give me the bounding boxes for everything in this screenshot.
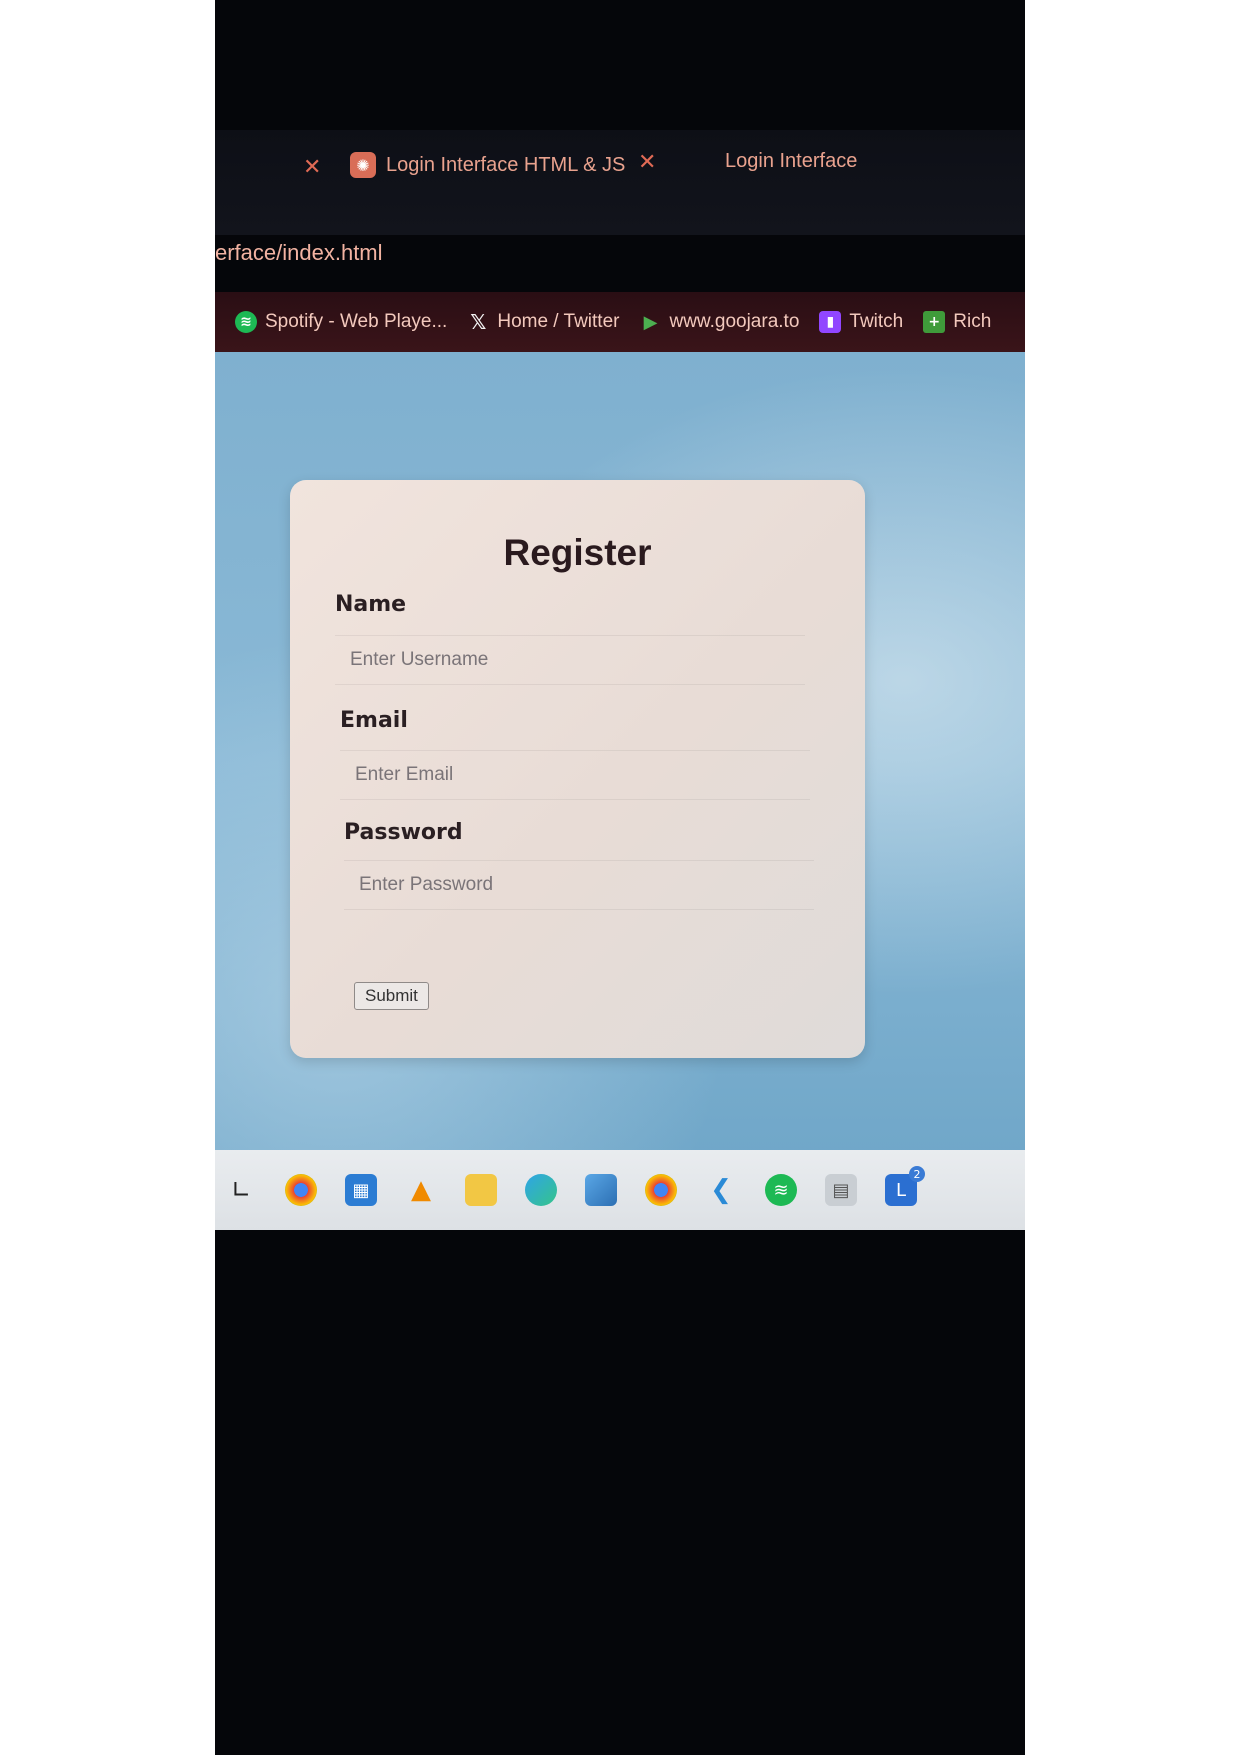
spotify-icon[interactable]: ≋: [765, 1174, 797, 1206]
x-icon: 𝕏: [470, 310, 487, 334]
store-icon[interactable]: ▦: [345, 1174, 377, 1206]
photos-icon[interactable]: [585, 1174, 617, 1206]
bookmark-label: Spotify - Web Playe...: [265, 311, 448, 332]
close-icon[interactable]: ✕: [638, 150, 656, 175]
close-icon[interactable]: ✕: [303, 155, 321, 180]
photo-frame: ✕ ✺ Login Interface HTML & JS ✕ Login In…: [215, 0, 1025, 1755]
chrome-icon[interactable]: [645, 1174, 677, 1206]
plus-icon: +: [923, 311, 946, 333]
register-card: Register Name Email Password Submit: [290, 480, 865, 1058]
bookmark-label: Twitch: [849, 311, 904, 332]
spotify-icon: ≋: [235, 311, 257, 333]
form-title: Register: [503, 532, 652, 573]
bookmark-label: Home / Twitter: [497, 311, 620, 332]
twitch-icon: ▮: [819, 311, 842, 333]
chrome-icon[interactable]: [285, 1174, 317, 1206]
password-input[interactable]: [344, 860, 814, 910]
edge-icon[interactable]: [525, 1174, 557, 1206]
bookmark-label: Rich: [953, 311, 992, 332]
bookmarks-bar: ≋ Spotify - Web Playe... 𝕏 Home / Twitte…: [215, 292, 1025, 352]
username-input[interactable]: [335, 635, 805, 685]
notification-badge: 2: [909, 1166, 925, 1182]
tab-login-html-js[interactable]: ✺ Login Interface HTML & JS: [350, 152, 625, 178]
vscode-icon[interactable]: ❮: [705, 1174, 737, 1206]
bookmark-twitch[interactable]: ▮ Twitch: [819, 311, 903, 333]
tab-login-interface[interactable]: Login Interface: [725, 150, 857, 173]
chatgpt-icon: ✺: [350, 152, 376, 178]
url-text: erface/index.html: [215, 240, 383, 265]
address-bar[interactable]: erface/index.html: [215, 240, 383, 266]
app-l-icon[interactable]: L 2: [885, 1166, 925, 1206]
bookmark-twitter[interactable]: 𝕏 Home / Twitter: [467, 310, 620, 334]
submit-button[interactable]: Submit: [354, 982, 429, 1010]
email-label: Email: [340, 708, 408, 733]
start-icon[interactable]: ∟: [225, 1174, 257, 1206]
vlc-icon[interactable]: ▲: [405, 1174, 437, 1206]
tab-bar: ✕ ✺ Login Interface HTML & JS ✕ Login In…: [215, 130, 1025, 235]
play-icon: ▶: [643, 311, 658, 333]
calculator-icon[interactable]: ▤: [825, 1174, 857, 1206]
tab-label: Login Interface HTML & JS: [386, 153, 626, 176]
taskbar: ∟ ▦ ▲ ❮ ≋ ▤ L 2: [215, 1150, 1025, 1230]
bookmark-rich[interactable]: + Rich: [923, 311, 991, 333]
file-explorer-icon[interactable]: [465, 1174, 497, 1206]
bookmark-label: www.goojara.to: [669, 311, 800, 332]
name-label: Name: [335, 592, 407, 617]
password-label: Password: [344, 820, 463, 845]
page-viewport: Register Name Email Password Submit: [215, 352, 1025, 1174]
tab-label: Login Interface: [725, 150, 858, 172]
email-input[interactable]: [340, 750, 810, 800]
bookmark-spotify[interactable]: ≋ Spotify - Web Playe...: [235, 311, 447, 333]
bookmark-goojara[interactable]: ▶ www.goojara.to: [639, 311, 800, 333]
